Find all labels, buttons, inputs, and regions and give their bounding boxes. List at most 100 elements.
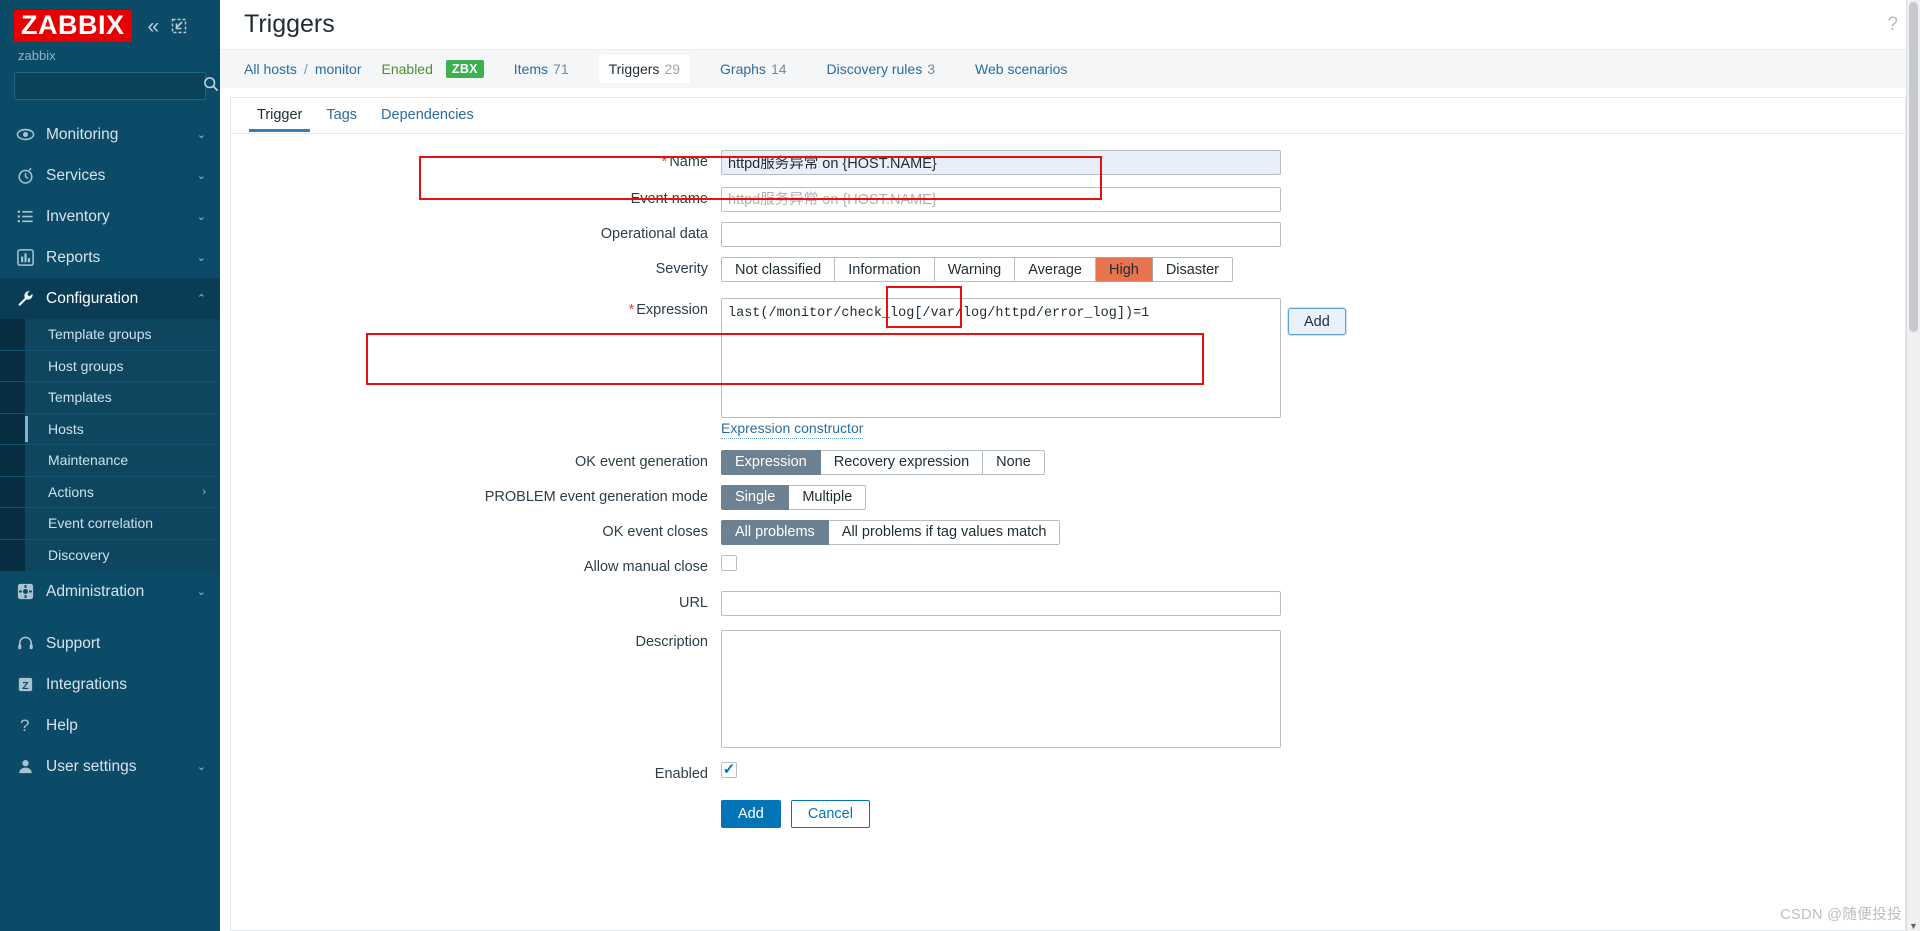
sidebar-item-host-groups[interactable]: Host groups (0, 351, 220, 382)
allow-manual-close-checkbox[interactable] (721, 554, 737, 571)
severity-option-not-classified[interactable]: Not classified (721, 257, 836, 282)
tab-label: Web scenarios (975, 61, 1068, 77)
ok-event-closes-label: OK event closes (602, 523, 708, 540)
sidebar-item-label: Services (46, 166, 106, 184)
sidebar-item-maintenance[interactable]: Maintenance (0, 445, 220, 477)
severity-option-high[interactable]: High (1096, 257, 1153, 282)
submenu-list: Template groups Host groups Templates Ho… (0, 319, 220, 571)
sidebar-item-monitoring[interactable]: Monitoring ⌄ (0, 114, 220, 155)
search-icon[interactable] (203, 76, 219, 97)
breadcrumb-tab-items[interactable]: Items 71 (504, 55, 579, 83)
enabled-checkbox[interactable]: ✓ (721, 761, 737, 778)
cancel-button[interactable]: Cancel (790, 799, 870, 828)
submit-button[interactable]: Add (721, 799, 781, 828)
question-icon: ? (20, 715, 30, 735)
severity-option-disaster[interactable]: Disaster (1152, 257, 1234, 282)
expression-field-wrap: Add (721, 298, 1346, 418)
name-field-wrap (721, 150, 1281, 175)
severity-option-average[interactable]: Average (1015, 257, 1096, 282)
event-name-field-wrap (721, 187, 1281, 212)
tab-dependencies[interactable]: Dependencies (369, 100, 486, 132)
sidebar-item-templates[interactable]: Templates (0, 382, 220, 414)
bar-chart-icon (16, 248, 46, 267)
severity-option-warning[interactable]: Warning (934, 257, 1016, 282)
row-expression-constructor: Expression constructor (231, 420, 1905, 439)
vertical-scrollbar[interactable]: ▲ ▼ (1906, 0, 1920, 931)
allow-manual-close-label: Allow manual close (583, 558, 708, 575)
trigger-form: *Name Event name Operational data (231, 134, 1905, 828)
expression-add-button[interactable]: Add (1288, 308, 1346, 335)
breadcrumb-all-hosts[interactable]: All hosts (244, 61, 297, 77)
sidebar-item-inventory[interactable]: Inventory ⌄ (0, 196, 220, 237)
operational-data-input[interactable] (721, 222, 1281, 247)
breadcrumb-tab-triggers[interactable]: Triggers 29 (598, 55, 691, 83)
stopwatch-icon (16, 166, 46, 185)
problem-mode-option-single[interactable]: Single (721, 484, 790, 510)
row-description: Description (231, 629, 1905, 748)
sidebar-item-administration[interactable]: Administration ⌄ (0, 571, 220, 612)
sidebar-item-user-settings[interactable]: User settings ⌄ (0, 746, 220, 787)
sidebar-item-label: Help (46, 716, 78, 734)
expand-panel-icon[interactable] (171, 18, 187, 34)
breadcrumb-host[interactable]: monitor (315, 61, 362, 77)
breadcrumb-tab-graphs[interactable]: Graphs 14 (710, 55, 797, 83)
sidebar-item-discovery[interactable]: Discovery (0, 540, 220, 572)
breadcrumb-tab-web-scenarios[interactable]: Web scenarios (965, 55, 1077, 83)
ok-event-closes-option-all-problems[interactable]: All problems (721, 519, 829, 545)
sub-item-label: Actions (48, 483, 94, 500)
sidebar-item-template-groups[interactable]: Template groups (0, 319, 220, 351)
collapse-sidebar-icon[interactable]: « (148, 16, 160, 37)
row-event-name: Event name (231, 187, 1905, 212)
host-status-link[interactable]: Enabled (382, 61, 433, 77)
description-textarea[interactable] (721, 629, 1281, 748)
sidebar-item-integrations[interactable]: Z Integrations (0, 664, 220, 705)
sub-item-label: Discovery (48, 547, 110, 564)
ok-event-generation-option-expression[interactable]: Expression (721, 449, 821, 475)
sidebar-item-actions[interactable]: Actions › (0, 477, 220, 508)
event-name-input[interactable] (721, 187, 1281, 212)
expression-textarea[interactable] (721, 298, 1281, 418)
tab-tags[interactable]: Tags (314, 100, 369, 132)
list-icon (16, 207, 46, 226)
configuration-submenu: Template groups Host groups Templates Ho… (0, 319, 220, 571)
chevron-right-icon: › (202, 485, 206, 498)
ok-event-generation-option-none[interactable]: None (983, 449, 1045, 475)
trigger-form-card: Trigger Tags Dependencies *Name Event na… (230, 97, 1906, 931)
sidebar-item-reports[interactable]: Reports ⌄ (0, 237, 220, 278)
agent-badge[interactable]: ZBX (445, 60, 484, 78)
sub-item-label: Template groups (48, 326, 152, 343)
sidebar-item-configuration[interactable]: Configuration ⌃ (0, 278, 220, 319)
severity-label: Severity (655, 261, 708, 277)
spacer-label (231, 800, 721, 804)
row-form-actions: Add Cancel (231, 799, 1905, 828)
url-input[interactable] (721, 590, 1281, 616)
sub-item-label: Hosts (48, 420, 84, 437)
ok-event-generation-option-recovery-expression[interactable]: Recovery expression (820, 449, 984, 475)
scrollbar-thumb[interactable] (1909, 2, 1918, 332)
help-icon[interactable]: ? (1887, 14, 1898, 36)
problem-mode-option-multiple[interactable]: Multiple (789, 484, 867, 510)
sidebar-item-services[interactable]: Services ⌄ (0, 155, 220, 196)
chevron-down-icon: ⌄ (196, 761, 206, 773)
severity-option-information[interactable]: Information (835, 257, 935, 282)
sidebar-item-help[interactable]: ? Help (0, 705, 220, 746)
sidebar-item-event-correlation[interactable]: Event correlation (0, 508, 220, 540)
sidebar-item-hosts[interactable]: Hosts (0, 414, 220, 445)
zabbix-logo[interactable]: ZABBIX (14, 10, 132, 42)
search-box[interactable] (14, 72, 219, 100)
breadcrumb-separator: / (303, 61, 308, 77)
name-label: * Name (231, 150, 721, 170)
search-input[interactable] (23, 77, 203, 95)
expression-constructor-link[interactable]: Expression constructor (721, 420, 864, 439)
description-field-wrap (721, 629, 1281, 748)
scroll-down-arrow[interactable]: ▼ (1907, 921, 1920, 931)
ok-event-closes-option-tag-values-match[interactable]: All problems if tag values match (828, 519, 1061, 545)
sidebar-item-support[interactable]: Support (0, 623, 220, 664)
breadcrumb-tab-discovery-rules[interactable]: Discovery rules 3 (817, 55, 946, 83)
name-input[interactable] (721, 150, 1281, 175)
row-operational-data: Operational data (231, 222, 1905, 247)
problem-event-generation-mode-segmented-control: Single Multiple (721, 484, 867, 510)
expression-label: * Expression (231, 298, 721, 318)
tab-trigger[interactable]: Trigger (245, 100, 314, 132)
tab-label: Graphs (720, 61, 766, 77)
